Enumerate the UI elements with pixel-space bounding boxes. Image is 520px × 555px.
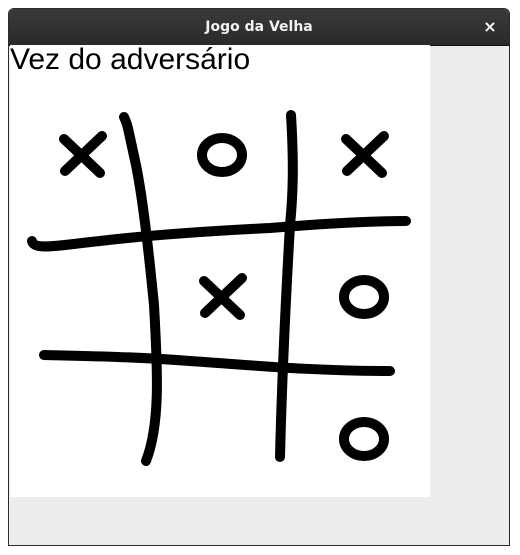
cell-0-2[interactable] [295, 115, 410, 235]
close-button[interactable]: × [479, 16, 501, 38]
game-canvas: Vez do adversário [10, 45, 430, 497]
cell-2-1[interactable] [160, 363, 280, 473]
window-title: Jogo da Velha [205, 19, 313, 35]
cell-1-0[interactable] [40, 245, 150, 355]
game-window: Jogo da Velha × Vez do adversário [8, 8, 510, 546]
cell-0-0[interactable] [40, 115, 135, 235]
cell-2-0[interactable] [40, 363, 150, 473]
tic-tac-toe-board [27, 110, 411, 473]
cell-1-2[interactable] [292, 245, 410, 355]
title-bar[interactable]: Jogo da Velha × [9, 9, 509, 46]
